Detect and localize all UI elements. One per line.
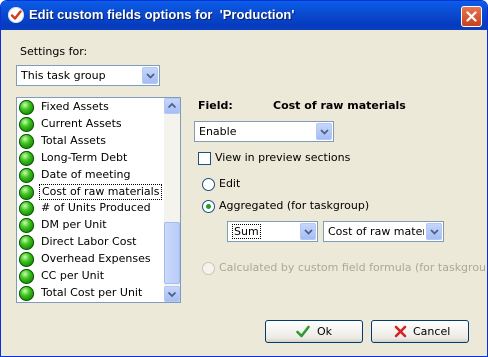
green-status-ball-icon bbox=[19, 269, 34, 284]
green-status-ball-icon bbox=[19, 100, 34, 115]
settings-for-label: Settings for: bbox=[20, 45, 88, 58]
formula-radio[interactable] bbox=[202, 262, 215, 275]
list-item-label: CC per Unit bbox=[41, 269, 105, 282]
field-label: Field: bbox=[198, 99, 233, 112]
list-item[interactable]: Fixed Assets bbox=[19, 99, 165, 116]
custom-fields-list[interactable]: Fixed Assets Current Assets Total Assets Lo… bbox=[16, 97, 181, 303]
checkmark-icon bbox=[296, 325, 310, 341]
aggregated-radio[interactable] bbox=[202, 200, 215, 213]
list-item[interactable]: CC per Unit bbox=[19, 268, 165, 285]
green-status-ball-icon bbox=[19, 201, 34, 217]
enable-dropdown[interactable]: Enable bbox=[194, 121, 334, 142]
chevron-down-icon[interactable] bbox=[316, 123, 332, 140]
list-item-label: Total Cost per Unit bbox=[41, 285, 143, 299]
chevron-down-icon[interactable] bbox=[142, 67, 158, 84]
enable-value: Enable bbox=[199, 125, 237, 138]
scroll-down-button[interactable] bbox=[164, 286, 180, 302]
preview-checkbox[interactable] bbox=[198, 152, 211, 165]
title-bar[interactable]: Edit custom fields options for 'Producti… bbox=[1, 1, 487, 30]
list-item[interactable]: Direct Labor Cost bbox=[19, 234, 165, 251]
window-title: Edit custom fields options for 'Producti… bbox=[29, 7, 295, 22]
list-item-label: Total Assets bbox=[41, 133, 106, 147]
close-icon bbox=[466, 11, 477, 22]
list-item[interactable]: Total Assets bbox=[19, 133, 165, 150]
scroll-up-button[interactable] bbox=[164, 98, 180, 114]
formula-label: Calculated by custom field formula (for … bbox=[219, 261, 488, 274]
aggregate-field-value: Cost of raw materials bbox=[328, 225, 424, 238]
list-item[interactable]: Current Assets bbox=[19, 116, 165, 133]
list-item-label: # of Units Produced bbox=[41, 201, 151, 215]
aggregate-function-value: Sum bbox=[232, 224, 261, 239]
list-item-label: Current Assets bbox=[41, 116, 122, 130]
green-status-ball-icon bbox=[19, 167, 34, 183]
chevron-up-icon bbox=[167, 102, 177, 109]
aggregated-label: Aggregated (for taskgroup) bbox=[219, 199, 370, 212]
list-item-label: DM per Unit bbox=[41, 218, 107, 232]
close-button[interactable] bbox=[461, 6, 482, 27]
chevron-down-icon[interactable] bbox=[426, 223, 442, 240]
dialog-window: Edit custom fields options for 'Producti… bbox=[0, 0, 488, 357]
list-item-label: Fixed Assets bbox=[41, 100, 109, 113]
list-item-label: Date of meeting bbox=[41, 167, 131, 181]
chevron-down-icon[interactable] bbox=[300, 223, 316, 240]
aggregate-field-dropdown[interactable]: Cost of raw materials bbox=[323, 221, 444, 242]
green-status-ball-icon bbox=[19, 116, 34, 132]
cancel-button[interactable]: Cancel bbox=[371, 320, 469, 343]
list-item[interactable]: Date of meeting bbox=[19, 167, 165, 184]
settings-for-value: This task group bbox=[21, 69, 106, 82]
list-item-label: Overhead Expenses bbox=[41, 252, 151, 266]
list-scrollbar[interactable] bbox=[164, 98, 180, 302]
list-item[interactable]: Total Cost per Unit bbox=[19, 285, 165, 302]
list-item-label: Cost of raw materials bbox=[39, 183, 163, 200]
list-item[interactable]: Cost of raw materials bbox=[19, 183, 165, 201]
list-item[interactable]: DM per Unit bbox=[19, 217, 165, 234]
edit-radio[interactable] bbox=[202, 178, 215, 191]
ok-label: Ok bbox=[317, 325, 333, 338]
scroll-thumb[interactable] bbox=[164, 222, 180, 284]
field-name: Cost of raw materials bbox=[273, 99, 406, 112]
green-status-ball-icon bbox=[19, 252, 34, 268]
list-item-label: Direct Labor Cost bbox=[41, 235, 137, 249]
list-item[interactable]: Overhead Expenses bbox=[19, 251, 165, 268]
check-badge-icon bbox=[8, 7, 24, 23]
green-status-ball-icon bbox=[19, 184, 34, 200]
green-status-ball-icon bbox=[19, 285, 34, 301]
green-status-ball-icon bbox=[19, 235, 34, 251]
list-item-label: Long-Term Debt bbox=[41, 150, 128, 164]
preview-label: View in preview sections bbox=[215, 151, 351, 164]
list-item[interactable]: Long-Term Debt bbox=[19, 150, 165, 167]
green-status-ball-icon bbox=[19, 150, 34, 166]
edit-label: Edit bbox=[219, 177, 241, 190]
cancel-label: Cancel bbox=[413, 325, 451, 338]
list-item[interactable]: # of Units Produced bbox=[19, 200, 165, 217]
aggregate-function-dropdown[interactable]: Sum bbox=[227, 221, 318, 242]
settings-for-dropdown[interactable]: This task group bbox=[16, 65, 160, 86]
green-status-ball-icon bbox=[19, 133, 34, 149]
cancel-x-icon bbox=[394, 325, 407, 341]
chevron-down-icon bbox=[167, 291, 177, 298]
green-status-ball-icon bbox=[19, 218, 34, 234]
ok-button[interactable]: Ok bbox=[265, 320, 363, 343]
